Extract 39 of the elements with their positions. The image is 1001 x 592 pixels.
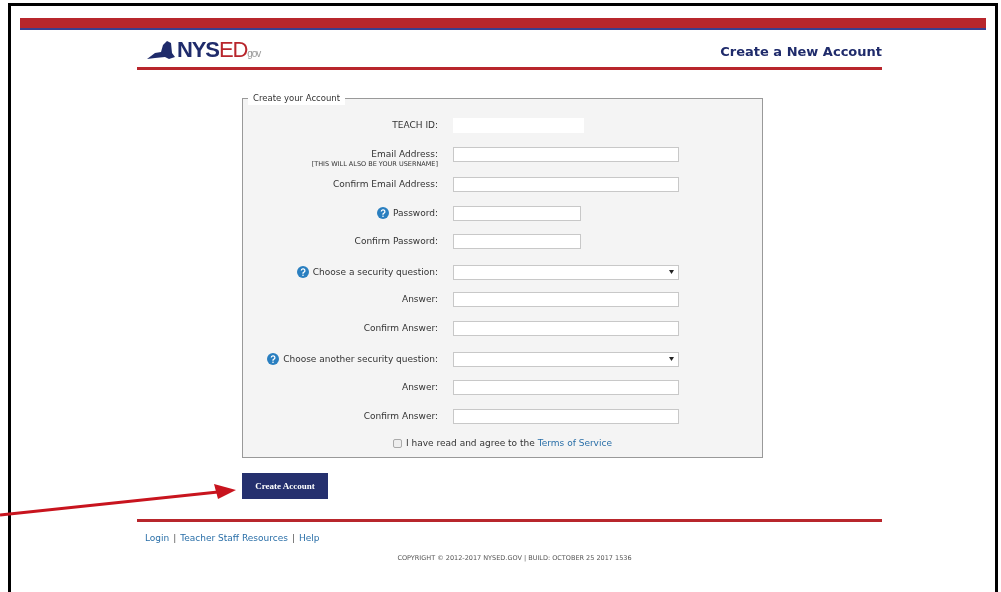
help-icon[interactable] [267, 353, 280, 366]
input-field[interactable] [453, 176, 679, 192]
help-icon[interactable] [296, 266, 309, 279]
select-field[interactable] [453, 264, 679, 280]
field-label: Email Address: [371, 147, 438, 161]
link-separator: | [291, 532, 295, 546]
input-field[interactable] [453, 291, 679, 307]
input-field[interactable] [453, 408, 679, 424]
caret-icon [669, 270, 674, 275]
footer-link[interactable]: Login [145, 532, 170, 546]
field-label: Confirm Answer: [363, 321, 438, 335]
field-label: Confirm Answer: [363, 409, 438, 423]
caret-icon [669, 357, 674, 362]
input-field[interactable] [453, 320, 679, 336]
footer-link[interactable]: Teacher Staff Resources [180, 532, 288, 546]
input-field[interactable] [453, 146, 679, 162]
field-label: Answer: [401, 292, 438, 306]
field-label: Choose a security question: [312, 265, 438, 279]
create-account-button[interactable]: Create Account [242, 473, 328, 500]
field-label: Confirm Email Address: [332, 177, 438, 191]
field-label: Password: [392, 206, 438, 220]
terms-link[interactable]: Terms of Service [537, 436, 612, 451]
form-legend: Create your Account [248, 92, 346, 105]
field-label: Choose another security question: [283, 352, 438, 366]
field-label: Confirm Password: [354, 234, 438, 248]
field-label: TEACH ID: [392, 118, 438, 132]
input-field[interactable] [453, 233, 581, 249]
agree-text: I have read and agree to the [406, 436, 535, 450]
logo: NYSEDgov [177, 39, 261, 61]
select-field[interactable] [453, 351, 679, 367]
page-title: Create a New Account [720, 42, 882, 61]
field-label: Answer: [401, 380, 438, 394]
input-field[interactable] [453, 205, 581, 221]
agree-checkbox[interactable] [393, 439, 403, 448]
state-map-icon [147, 41, 177, 61]
input-field[interactable] [453, 379, 679, 395]
footer-link[interactable]: Help [298, 532, 320, 546]
link-separator: | [173, 532, 177, 546]
help-icon[interactable] [376, 207, 389, 220]
